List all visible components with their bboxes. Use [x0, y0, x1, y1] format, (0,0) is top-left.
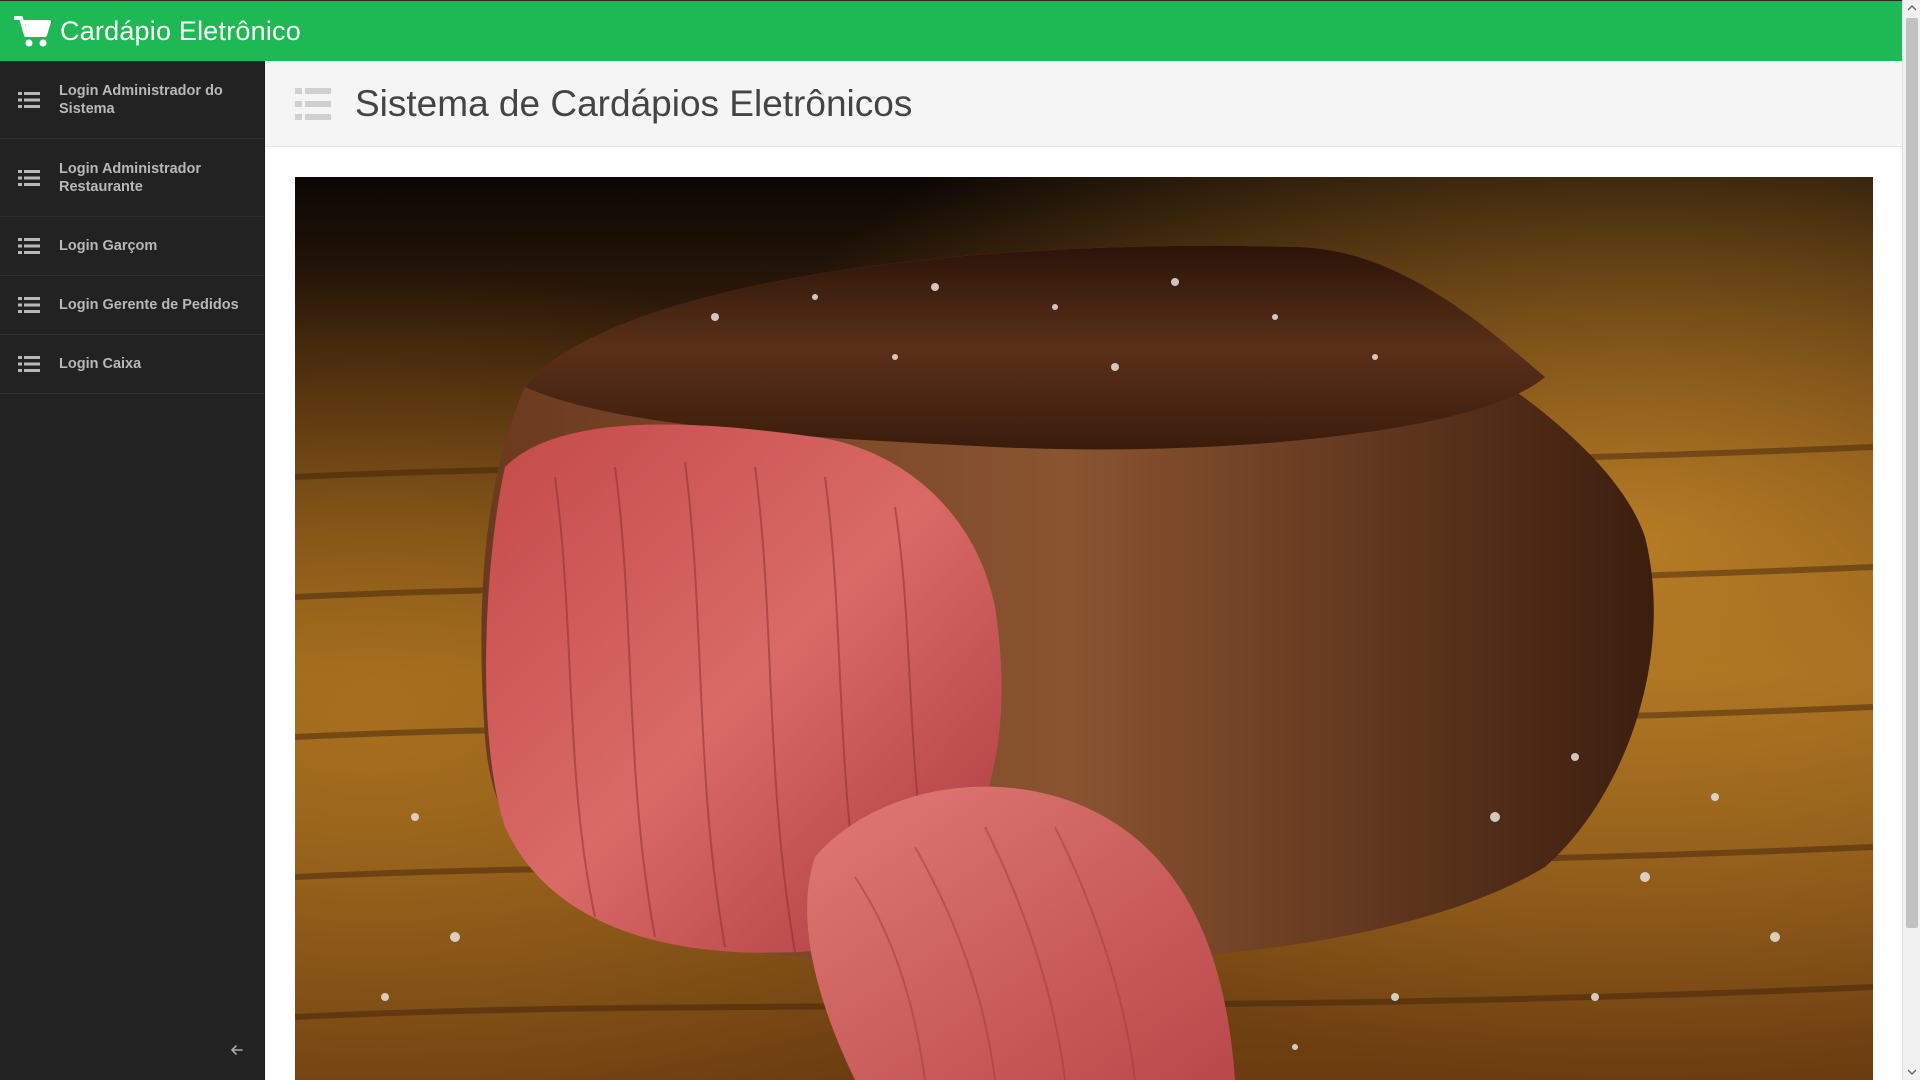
- list-icon: [18, 356, 40, 372]
- app-window: Cardápio Eletrônico Login Administrador …: [0, 0, 1920, 1080]
- sidebar-item-label: Login Administrador do Sistema: [59, 82, 223, 117]
- brand-title: Cardápio Eletrônico: [60, 15, 301, 46]
- sidebar-item-label: Login Garçom: [59, 238, 158, 254]
- scroll-thumb[interactable]: [1906, 18, 1918, 928]
- list-icon: [18, 91, 40, 108]
- list-icon: [18, 169, 40, 186]
- steak-photo: [295, 177, 1873, 1080]
- sidebar-item-caixa[interactable]: Login Caixa: [0, 335, 264, 394]
- scroll-down-arrow[interactable]: [1903, 1064, 1920, 1080]
- list-icon: [295, 87, 331, 120]
- brand-link[interactable]: Cardápio Eletrônico: [14, 14, 301, 48]
- list-icon: [18, 297, 40, 313]
- sidebar-item-gerente-pedidos[interactable]: Login Gerente de Pedidos: [0, 276, 264, 335]
- top-navbar: Cardápio Eletrônico: [0, 0, 1902, 61]
- scroll-up-arrow[interactable]: [1903, 0, 1920, 16]
- arrow-left-icon: [231, 1045, 243, 1055]
- page-title: Sistema de Cardápios Eletrônicos: [355, 82, 913, 124]
- sidebar-item-garcom[interactable]: Login Garçom: [0, 217, 264, 276]
- vertical-scrollbar[interactable]: [1902, 0, 1920, 1080]
- shopping-cart-icon: [14, 16, 51, 47]
- sidebar: Login Administrador do Sistema Login Adm…: [0, 61, 265, 1080]
- list-icon: [18, 238, 40, 254]
- main-content: Sistema de Cardápios Eletrônicos: [265, 61, 1902, 1080]
- sidebar-item-label: Login Administrador Restaurante: [59, 160, 202, 195]
- sidebar-item-admin-sistema[interactable]: Login Administrador do Sistema: [0, 61, 264, 139]
- sidebar-item-label: Login Caixa: [59, 356, 142, 372]
- sidebar-item-label: Login Gerente de Pedidos: [59, 297, 239, 313]
- chevron-up-icon: [1908, 5, 1916, 11]
- sidebar-collapse-button[interactable]: [226, 1040, 248, 1060]
- sidebar-item-admin-restaurante[interactable]: Login Administrador Restaurante: [0, 139, 264, 217]
- hero-image: [295, 177, 1873, 1080]
- page-header: Sistema de Cardápios Eletrônicos: [265, 61, 1902, 147]
- chevron-down-icon: [1908, 1069, 1916, 1075]
